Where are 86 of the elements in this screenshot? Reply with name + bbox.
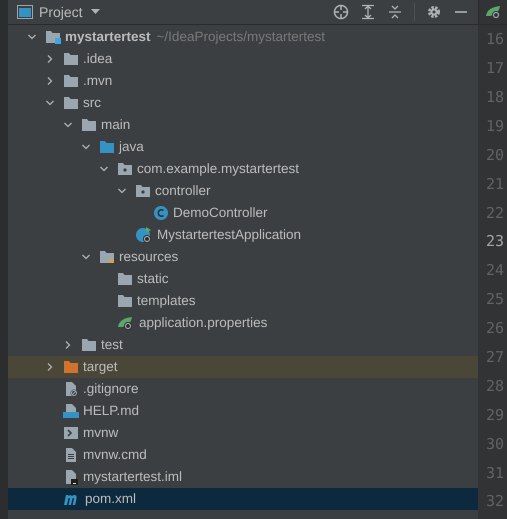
module-file-icon: [63, 469, 79, 485]
tree-row[interactable]: mvnw.cmd: [8, 444, 478, 466]
node-label: .gitignore: [83, 380, 139, 398]
node-label: target: [83, 358, 118, 376]
tree-row[interactable]: templates: [8, 290, 478, 312]
chevron-icon[interactable]: [117, 186, 127, 196]
tree-row[interactable]: controller: [8, 180, 478, 202]
tree-row[interactable]: com.example.mystartertest: [8, 158, 478, 180]
folder-icon: [117, 294, 133, 308]
tree-row[interactable]: static: [8, 268, 478, 290]
tree-row[interactable]: .mvn: [8, 70, 478, 92]
project-folder-icon: [45, 30, 61, 44]
chevron-icon[interactable]: [45, 362, 55, 372]
package-icon: [117, 162, 133, 176]
chevron-icon[interactable]: [99, 164, 109, 174]
node-label: mvnw.cmd: [83, 446, 147, 464]
node-label: MystartertestApplication: [157, 226, 302, 244]
folder-icon: [63, 52, 79, 66]
ignore-file-icon: [63, 381, 79, 397]
tree-row[interactable]: mystartertest ~/IdeaProjects/mystartertest: [8, 26, 478, 48]
chevron-icon[interactable]: [63, 340, 73, 350]
node-label: DemoController: [173, 204, 268, 222]
collapse-all-icon[interactable]: [387, 4, 403, 20]
node-label: java: [119, 138, 144, 156]
class-icon: [153, 205, 169, 221]
markdown-file-icon: [63, 403, 79, 419]
chevron-icon[interactable]: [63, 120, 73, 130]
package-icon: [135, 184, 151, 198]
folder-icon: [117, 272, 133, 286]
node-label: com.example.mystartertest: [137, 160, 300, 178]
chevron-icon[interactable]: [45, 98, 55, 108]
settings-icon[interactable]: [426, 4, 442, 20]
tree-row[interactable]: .gitignore: [8, 378, 478, 400]
chevron-icon[interactable]: [45, 76, 55, 86]
window-icon: [17, 5, 33, 19]
tree-row[interactable]: HELP.md: [8, 400, 478, 422]
tree-row[interactable]: src: [8, 92, 478, 114]
tree-row[interactable]: test: [8, 334, 478, 356]
node-path: ~/IdeaProjects/mystartertest: [156, 28, 325, 46]
node-label: mvnw: [83, 424, 118, 442]
node-label: .idea: [83, 50, 112, 68]
tree-row[interactable]: java: [8, 136, 478, 158]
node-label: pom.xml: [85, 490, 136, 508]
tree-row[interactable]: application.properties: [8, 312, 478, 334]
folder-icon: [63, 360, 79, 374]
node-label: mystartertest.iml: [83, 468, 182, 486]
spring-leaf-icon: [117, 315, 135, 331]
tree-row[interactable]: MystartertestApplication: [8, 224, 478, 246]
node-label: HELP.md: [83, 402, 140, 420]
tree-row[interactable]: mystartertest.iml: [8, 466, 478, 488]
chevron-icon[interactable]: [27, 32, 37, 42]
caret-icon: [90, 9, 100, 15]
terminal-file-icon: [63, 425, 79, 441]
node-label: .mvn: [83, 72, 112, 90]
chevron-icon[interactable]: [81, 142, 91, 152]
node-label: controller: [155, 182, 211, 200]
folder-icon: [63, 74, 79, 88]
tree-row[interactable]: main: [8, 114, 478, 136]
tree-row[interactable]: DemoController: [8, 202, 478, 224]
spring-class-icon: [135, 226, 153, 244]
project-view-dropdown[interactable]: Project: [39, 2, 100, 22]
chevron-icon[interactable]: [81, 252, 91, 262]
node-label: static: [137, 270, 169, 288]
expand-all-icon[interactable]: [360, 4, 376, 20]
resources-folder-icon: [99, 250, 115, 264]
node-label: application.properties: [139, 314, 268, 332]
node-label: test: [101, 336, 123, 354]
node-label: src: [83, 94, 101, 112]
tree-row[interactable]: pom.xml: [8, 488, 478, 510]
tree-row[interactable]: .idea: [8, 48, 478, 70]
source-folder-icon: [99, 140, 115, 154]
tree-row[interactable]: mvnw: [8, 422, 478, 444]
line-number: 23: [484, 231, 505, 252]
folder-icon: [63, 96, 79, 110]
folder-icon: [81, 338, 97, 352]
node-label: templates: [137, 292, 196, 310]
spring-leaf-icon[interactable]: [485, 4, 503, 20]
text-file-icon: [63, 447, 79, 463]
node-label: resources: [119, 248, 178, 266]
node-label: mystartertest: [65, 28, 151, 46]
tree-row[interactable]: target: [8, 356, 478, 378]
tree-row[interactable]: resources: [8, 246, 478, 268]
chevron-icon[interactable]: [45, 54, 55, 64]
node-label: main: [101, 116, 130, 134]
folder-icon: [81, 118, 97, 132]
crosshair-icon[interactable]: [333, 4, 349, 20]
